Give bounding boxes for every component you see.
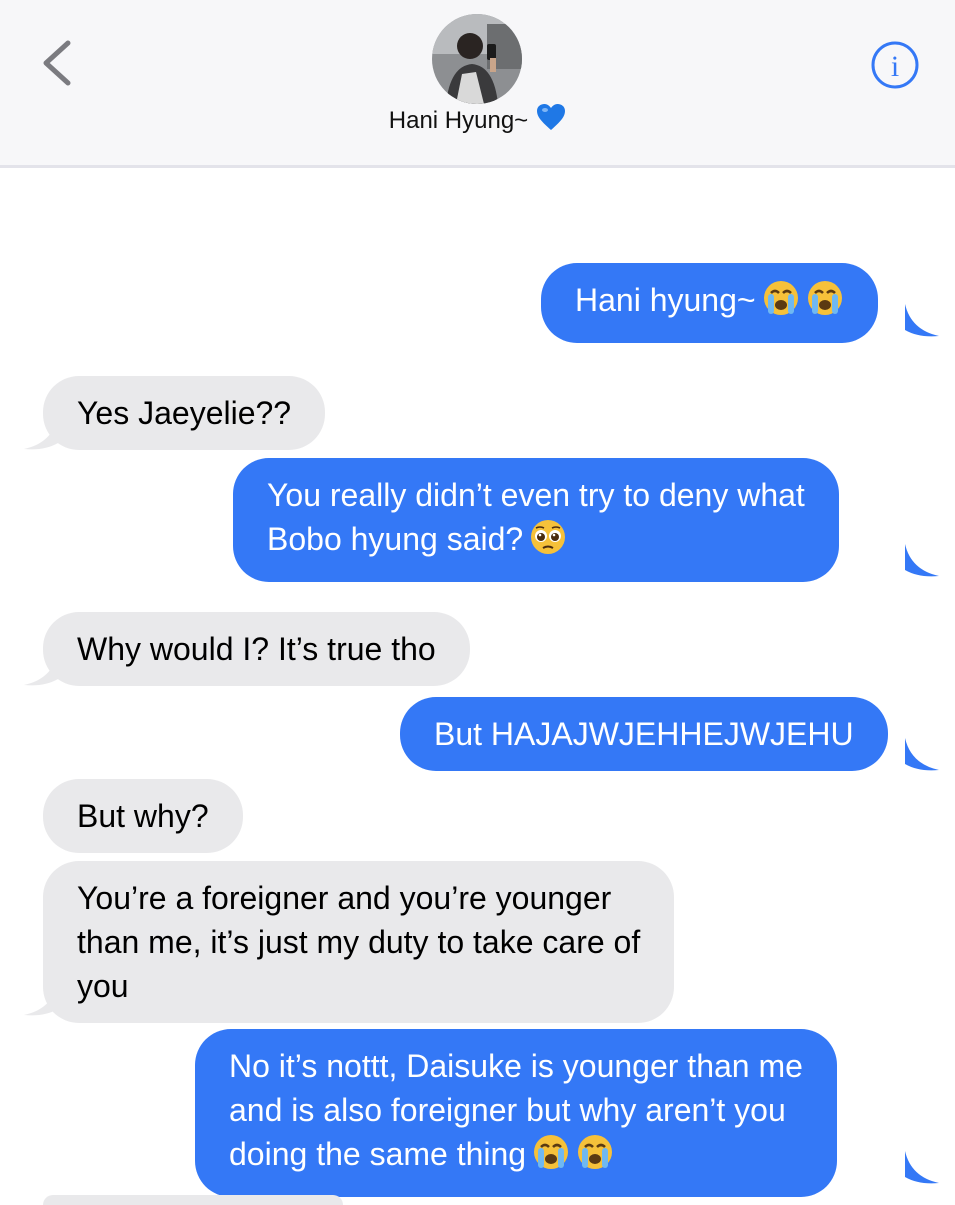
svg-text:i: i <box>891 50 899 83</box>
message-bubble-outgoing[interactable]: Hani hyung~ <box>541 263 878 343</box>
message-text: Why would I? It’s true tho <box>77 631 436 667</box>
message-text-line: No it’s nottt, Daisuke is younger than m… <box>229 1048 803 1084</box>
message-text-line: and is also foreigner but why aren’t you <box>229 1092 786 1128</box>
message-bubble-incoming[interactable]: You’re a foreigner and you’re younger th… <box>43 861 675 1023</box>
message-bubble-incoming-partial[interactable] <box>43 1195 343 1205</box>
loudly-crying-face-icon <box>532 1133 570 1182</box>
pleading-face-icon <box>529 518 567 567</box>
message-text-line: you <box>77 968 129 1004</box>
message-text: But HAJAJWJEHHEJWJEHU <box>434 716 854 752</box>
message-text: Hani hyung~ <box>575 282 756 318</box>
message-text-line: Bobo hyung said? <box>267 521 524 557</box>
avatar-photo <box>432 14 522 104</box>
message-bubble-incoming[interactable]: But why? <box>43 779 243 853</box>
chevron-left-icon <box>43 40 71 86</box>
message-thread[interactable]: Hani hyung~ Yes Jaeyelie?? You really di… <box>0 171 955 1205</box>
message-text: Yes Jaeyelie?? <box>77 395 292 431</box>
blue-heart-icon <box>536 103 566 138</box>
bubble-tail <box>905 1151 939 1184</box>
bubble-tail <box>905 544 939 577</box>
loudly-crying-face-icon <box>576 1133 614 1182</box>
info-circle-icon: i <box>871 41 919 89</box>
message-text: But why? <box>77 798 209 834</box>
message-bubble-incoming[interactable]: Yes Jaeyelie?? <box>43 376 326 450</box>
message-bubble-outgoing[interactable]: But HAJAJWJEHHEJWJEHU <box>400 697 888 771</box>
message-text-line: doing the same thing <box>229 1136 527 1172</box>
message-text-line: than me, it’s just my duty to take care … <box>77 924 641 960</box>
loudly-crying-face-icon <box>762 279 800 328</box>
message-text-line: You’re a foreigner and you’re younger <box>77 880 612 916</box>
message-bubble-incoming[interactable]: Why would I? It’s true tho <box>43 612 470 686</box>
contact-name[interactable]: Hani Hyung~ <box>0 103 955 138</box>
bubble-tail <box>905 738 939 771</box>
message-bubble-outgoing[interactable]: No it’s nottt, Daisuke is younger than m… <box>195 1029 837 1197</box>
info-button[interactable]: i <box>870 40 920 90</box>
contact-name-label: Hani Hyung~ <box>388 107 529 134</box>
message-text-line: You really didn’t even try to deny what <box>267 477 805 513</box>
bubble-tail <box>905 304 939 337</box>
back-button[interactable] <box>38 38 80 88</box>
message-bubble-outgoing[interactable]: You really didn’t even try to deny what … <box>233 458 839 582</box>
loudly-crying-face-icon <box>806 279 844 328</box>
conversation-header: Hani Hyung~ i <box>0 0 955 168</box>
contact-avatar[interactable] <box>432 14 522 104</box>
